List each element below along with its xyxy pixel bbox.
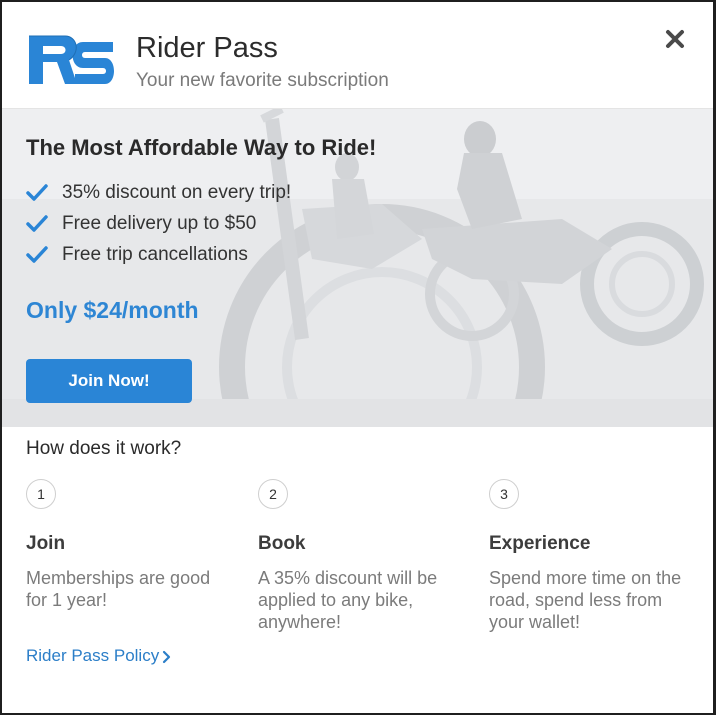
app-title: Rider Pass: [136, 32, 278, 64]
rider-pass-policy-link[interactable]: Rider Pass Policy: [26, 646, 171, 666]
app-subtitle: Your new favorite subscription: [136, 70, 389, 91]
step-number-badge: 1: [26, 479, 56, 509]
step-description: Spend more time on the road, spend less …: [489, 568, 682, 632]
modal-header: Rider Pass Your new favorite subscriptio…: [2, 2, 713, 109]
benefit-text: Free trip cancellations: [62, 244, 248, 265]
step-number-badge: 2: [258, 479, 288, 509]
price-label: Only $24/month: [26, 297, 199, 323]
checkmark-icon: [26, 184, 48, 201]
rider-pass-logo: [29, 35, 114, 84]
checkmark-icon: [26, 215, 48, 232]
rider-pass-modal: Rider Pass Your new favorite subscriptio…: [2, 2, 713, 713]
step-description: Memberships are good for 1 year!: [26, 568, 211, 610]
join-now-button[interactable]: Join Now!: [26, 359, 192, 403]
hero-title: The Most Affordable Way to Ride!: [26, 135, 377, 160]
step-description: A 35% discount will be applied to any bi…: [258, 568, 438, 632]
benefit-text: 35% discount on every trip!: [62, 182, 292, 203]
step-number-badge: 3: [489, 479, 519, 509]
step-title: Join: [26, 533, 66, 554]
close-icon[interactable]: [662, 26, 688, 52]
hero-banner: The Most Affordable Way to Ride! 35% dis…: [2, 109, 713, 427]
benefit-text: Free delivery up to $50: [62, 213, 257, 234]
checkmark-icon: [26, 246, 48, 263]
how-it-works-heading: How does it work?: [26, 438, 182, 459]
step-experience: 3 Experience Spend more time on the road…: [489, 479, 699, 633]
step-book: 2 Book A 35% discount will be applied to…: [258, 479, 468, 633]
step-title: Book: [258, 533, 306, 554]
chevron-right-icon: [163, 650, 171, 663]
step-join: 1 Join Memberships are good for 1 year!: [26, 479, 236, 611]
step-title: Experience: [489, 533, 591, 554]
policy-link-label: Rider Pass Policy: [26, 646, 160, 665]
